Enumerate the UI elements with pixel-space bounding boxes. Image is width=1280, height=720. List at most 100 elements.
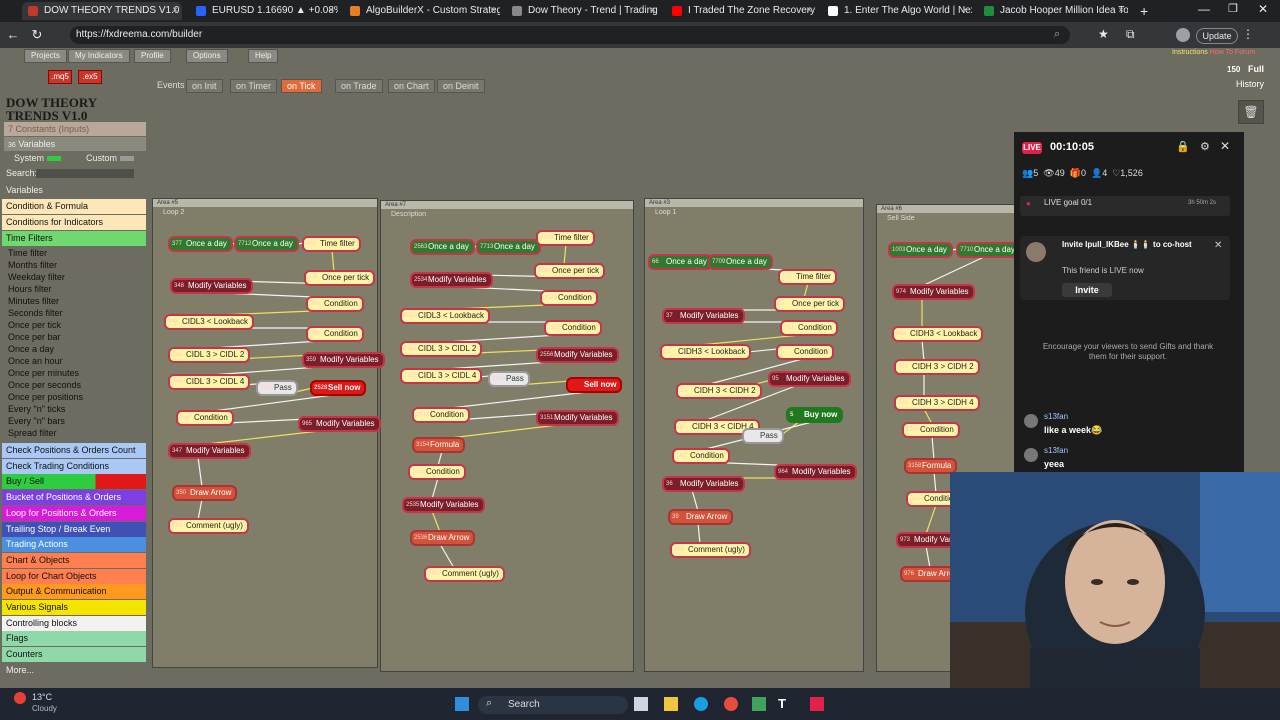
flow-block[interactable]: 962 Condition (306, 296, 364, 312)
category-item[interactable]: Controlling blocks (2, 615, 146, 631)
chat-user[interactable]: s13fan (1044, 412, 1068, 421)
time-filter-item[interactable]: Once per tick (8, 319, 61, 331)
category-item[interactable]: Time Filters (2, 231, 146, 246)
windows-start-icon[interactable] (455, 697, 469, 711)
taskbar-search-input[interactable]: Search (478, 696, 628, 714)
flow-block[interactable]: 1003 Once a day (888, 242, 953, 258)
category-item[interactable]: Counters (2, 647, 146, 663)
flow-block[interactable]: 2535 Modify Variables (402, 497, 485, 513)
event-tab[interactable]: on Timer (230, 79, 278, 93)
close-window-button[interactable]: ✕ (1258, 2, 1268, 16)
flow-block[interactable]: 377 Once a day (168, 236, 233, 252)
event-tab[interactable]: on Init (186, 79, 223, 93)
variables-section[interactable]: 36 Variables (4, 137, 146, 151)
link-forum[interactable]: Forum (1235, 49, 1255, 56)
flow-block[interactable]: 2837 Comment (ugly) (424, 566, 505, 582)
reload-icon[interactable]: ↻ (28, 26, 46, 44)
settings-gear-icon[interactable]: ⚙ (1200, 140, 1210, 153)
link-howto[interactable]: How To (1210, 49, 1233, 56)
url-input[interactable]: https://fxdreema.com/builder (70, 26, 1070, 44)
flow-block[interactable]: 39 Draw Arrow (668, 509, 734, 525)
flow-block[interactable]: 1079 Condition (902, 422, 960, 438)
category-item[interactable]: Buy / Sell (2, 474, 146, 490)
maximize-button[interactable]: ❐ (1228, 2, 1238, 15)
flow-block[interactable]: 345 CIDL 3 > CIDL 2 (168, 347, 251, 363)
event-tab[interactable]: on Chart (388, 79, 435, 93)
flow-block[interactable]: 971 CIDH 3 > CIDH 2 (894, 359, 980, 375)
flow-block[interactable]: 3151 Modify Variables (536, 410, 619, 426)
full-button[interactable]: Full (1248, 64, 1264, 74)
file-explorer-icon[interactable] (664, 697, 678, 711)
app-icon-t[interactable]: T (778, 696, 786, 711)
minimize-button[interactable]: — (1198, 2, 1210, 16)
flow-block[interactable]: 2531 CIDL 3 > CIDL 2 (400, 341, 483, 357)
flow-block[interactable]: 33 CIDH 3 < CIDH 2 (676, 383, 762, 399)
flow-block[interactable]: 2536 Draw Arrow (410, 530, 476, 546)
blocks-search-input[interactable] (36, 169, 134, 178)
tab-close-icon[interactable]: × (962, 2, 968, 20)
flow-block[interactable]: 95 Modify Variables (768, 371, 851, 387)
flow-block[interactable]: 5 Buy now (786, 407, 844, 423)
flow-block[interactable]: Pass (742, 428, 784, 444)
time-filter-item[interactable]: Spread filter (8, 427, 57, 439)
time-filter-item[interactable]: Minutes filter (8, 295, 59, 307)
flow-block[interactable]: 36 Modify Variables (662, 476, 745, 492)
link-instructions[interactable]: Instructions (1172, 49, 1208, 56)
tab-close-icon[interactable]: × (806, 2, 812, 20)
flow-block[interactable]: 3150 Pass (256, 380, 298, 396)
flow-block[interactable]: Condition (776, 344, 834, 360)
flow-block[interactable]: 3160 Pass (488, 371, 530, 387)
category-item[interactable]: Chart & Objects (2, 552, 146, 568)
category-item[interactable]: More... (2, 662, 146, 678)
time-filter-item[interactable]: Weekday filter (8, 271, 65, 283)
constants-section[interactable]: 7 Constants (Inputs) (4, 122, 146, 136)
flow-block[interactable]: 433 Time filter (302, 236, 361, 252)
custom-switch[interactable] (119, 156, 134, 162)
tab-close-icon[interactable]: × (172, 2, 178, 20)
flow-block[interactable]: 359 Modify Variables (302, 352, 385, 368)
category-item[interactable]: Bucket of Positions & Orders (2, 490, 146, 506)
top-menu-item[interactable]: Options (186, 49, 228, 63)
flow-block[interactable]: 2529 CIDL3 < Lookback (400, 308, 491, 324)
time-filter-item[interactable]: Every "n" ticks (8, 403, 65, 415)
tiktok-icon[interactable] (810, 697, 824, 711)
close-icon[interactable]: ✕ (1220, 139, 1230, 153)
browser-tab[interactable]: EURUSD 1.16690 ▲ +0.08% Q4× (190, 2, 338, 20)
browser-tab[interactable]: DOW THEORY TRENDS V1.0 × (22, 2, 182, 20)
category-item[interactable]: Conditions for Indicators (2, 215, 146, 230)
category-item[interactable]: Trading Actions (2, 537, 146, 553)
category-item[interactable]: Various Signals (2, 600, 146, 615)
flow-block[interactable]: 7713 Once a day (476, 239, 541, 255)
category-item[interactable]: Check Positions & Orders Count (2, 443, 146, 458)
ex5-button[interactable]: .ex5 (78, 70, 102, 84)
update-button[interactable]: Update (1196, 28, 1238, 44)
time-filter-item[interactable]: Once a day (8, 343, 54, 355)
browser-tab[interactable]: 1. Enter The Algo World | NexGen× (822, 2, 972, 20)
flow-block[interactable]: 969 CIDH3 < Lookback (892, 326, 984, 342)
new-tab-button[interactable]: + (1140, 3, 1148, 19)
trash-icon[interactable]: 🗑 (1238, 100, 1264, 124)
flow-block[interactable]: 343 CIDL3 < Lookback (164, 314, 255, 330)
time-filter-item[interactable]: Every "n" bars (8, 415, 65, 427)
flow-block[interactable]: 366 Condition (306, 326, 364, 342)
flow-block[interactable]: 2532 CIDL 3 > CIDL 4 (400, 368, 483, 384)
tab-close-icon[interactable]: × (650, 2, 656, 20)
canvas-area[interactable]: Area #5 Loop 2 (152, 198, 378, 668)
flow-block[interactable]: 2552 Condition (544, 320, 602, 336)
profile-avatar[interactable] (1176, 28, 1190, 42)
flow-block[interactable]: 2613 Condition (412, 407, 470, 423)
top-menu-item[interactable]: My Indicators (68, 49, 130, 63)
category-item[interactable]: Loop for Positions & Orders (2, 505, 146, 521)
chrome-icon[interactable] (724, 697, 738, 711)
flow-block[interactable]: 453 Condition (176, 410, 234, 426)
category-item[interactable]: Output & Communication (2, 584, 146, 600)
flow-block[interactable]: 7709 Once a day (708, 254, 773, 270)
top-menu-item[interactable]: Help (248, 49, 279, 63)
flow-block[interactable]: 348 Modify Variables (170, 278, 253, 294)
invite-button[interactable]: Invite (1062, 283, 1112, 297)
flow-block[interactable]: 2619 Time filter (536, 230, 595, 246)
flow-block[interactable]: 347 Modify Variables (168, 443, 251, 459)
flow-block[interactable]: 2556 Modify Variables (536, 347, 619, 363)
flow-block[interactable]: 7712 Once a day (234, 236, 299, 252)
flow-block[interactable]: 3154 Formula (412, 437, 466, 453)
